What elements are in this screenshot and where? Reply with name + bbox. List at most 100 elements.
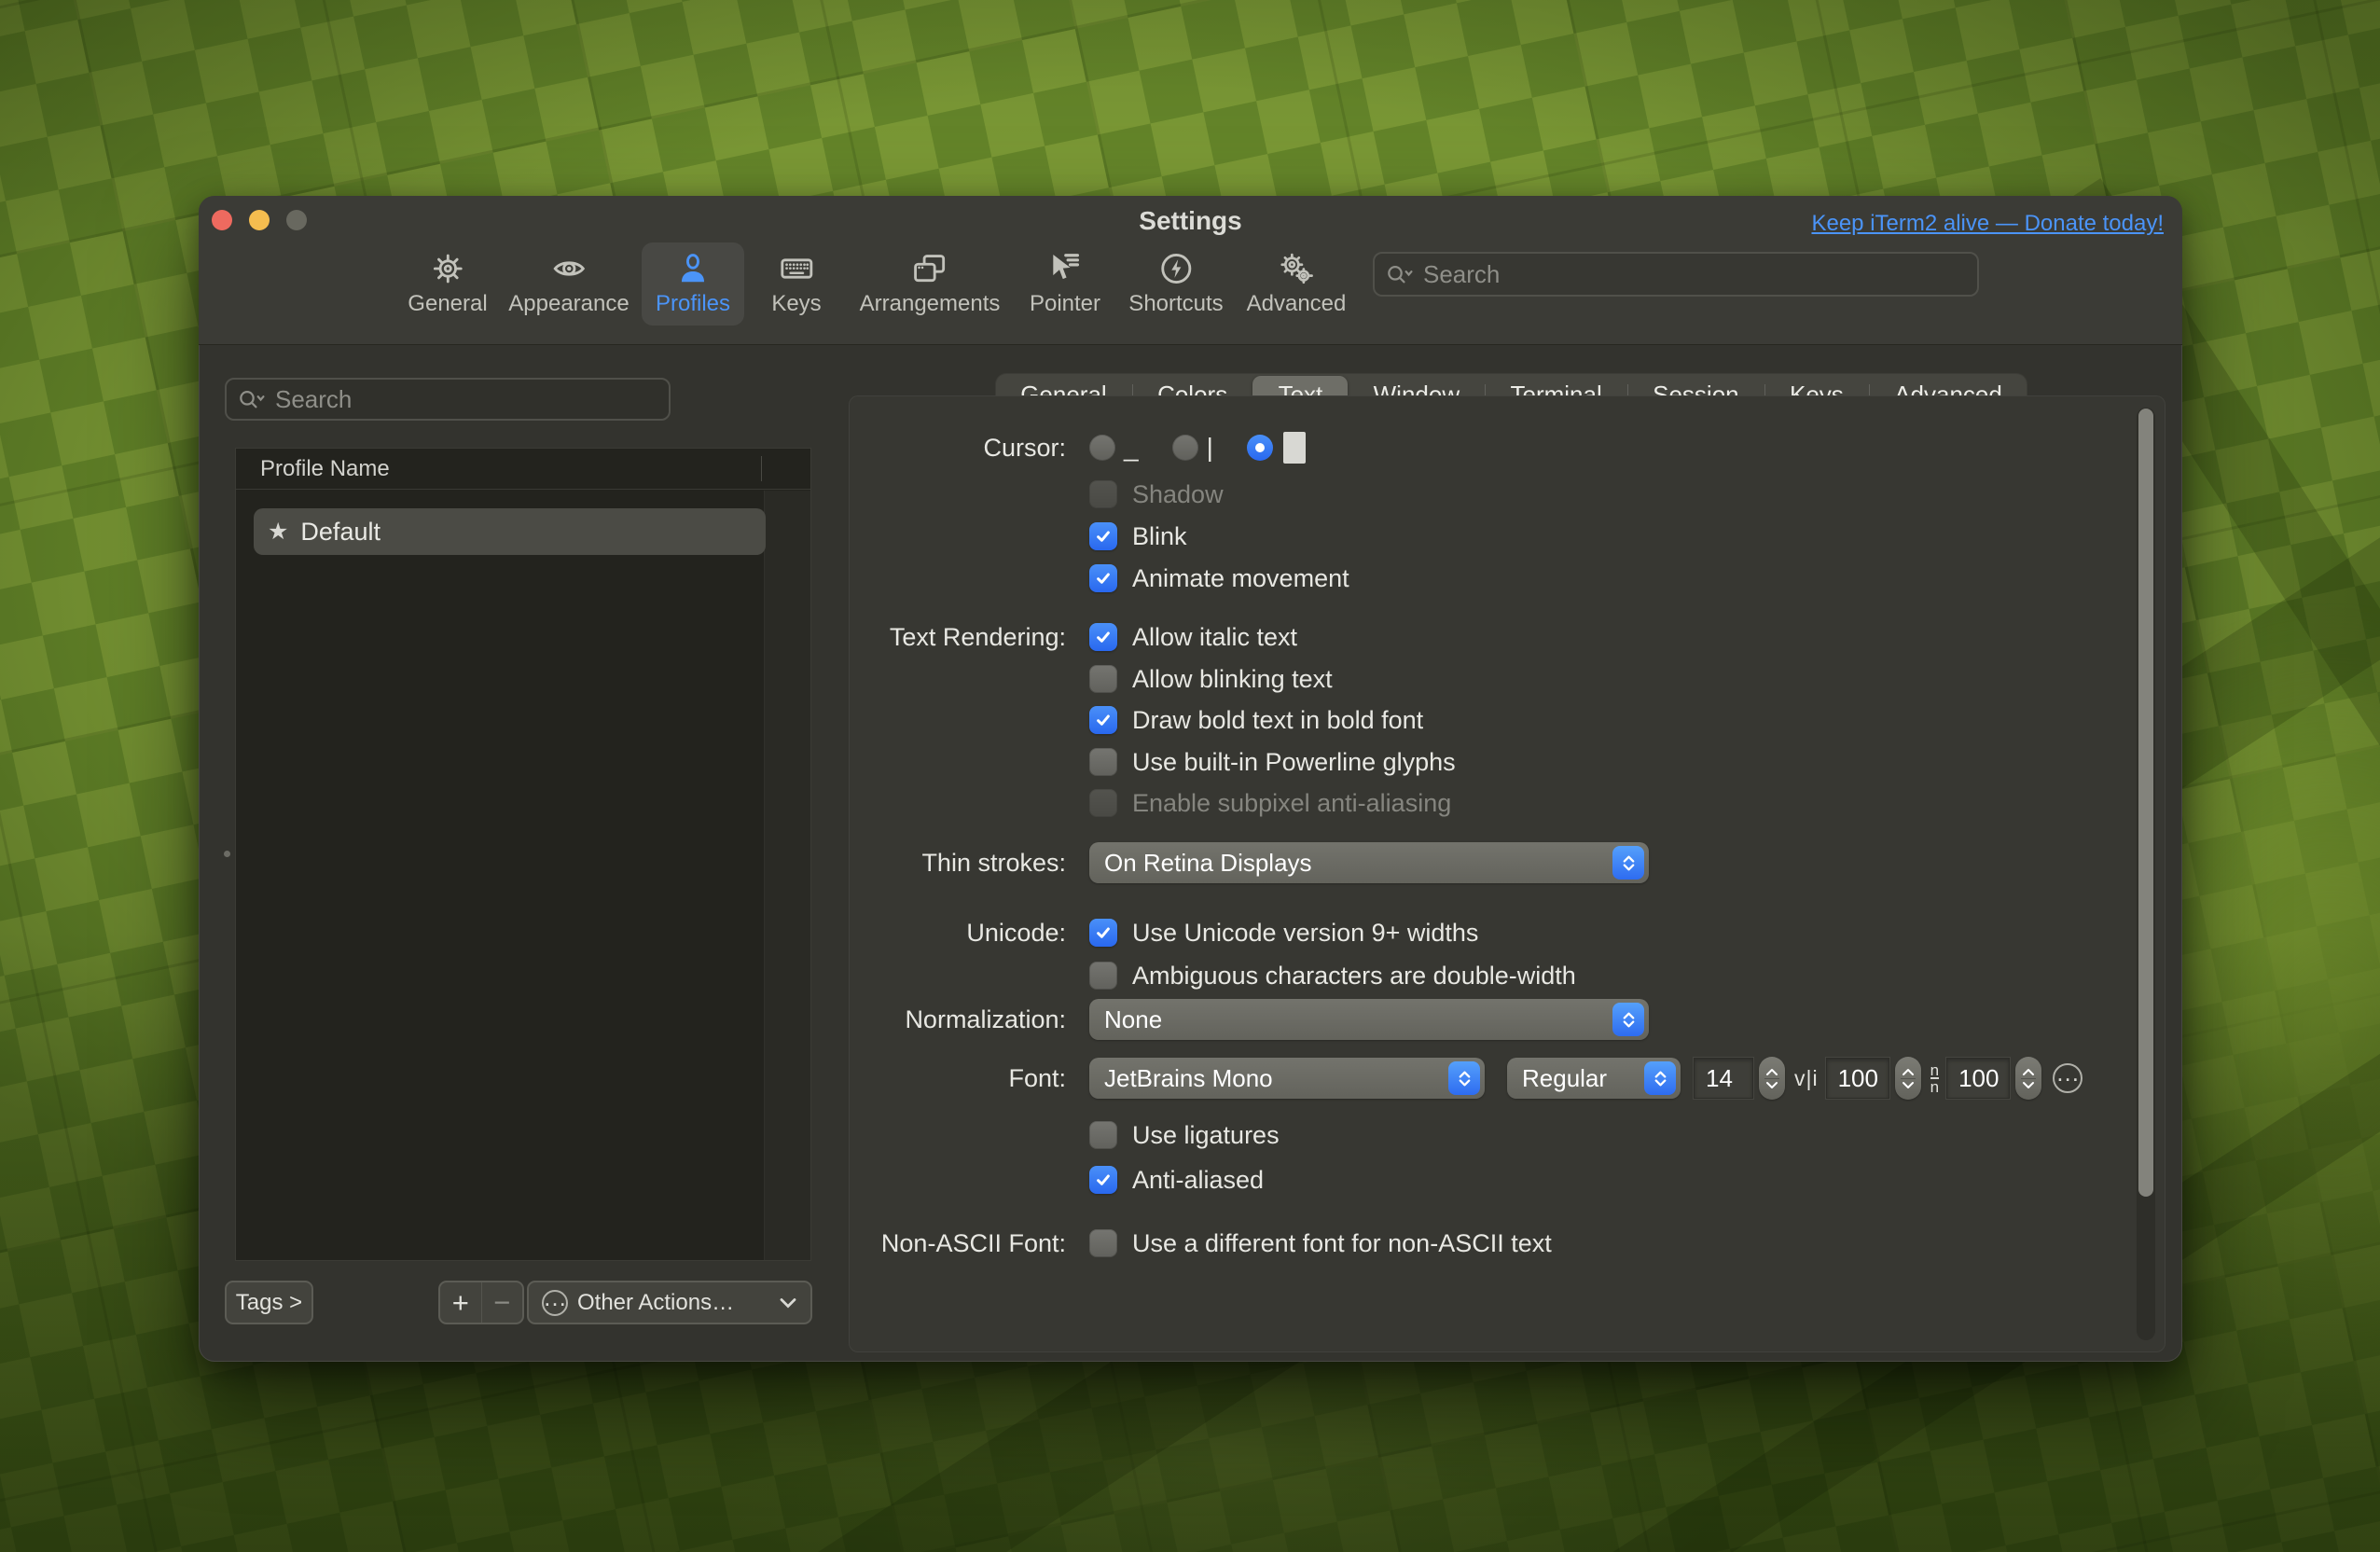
unicode9-label: Use Unicode version 9+ widths — [1132, 919, 1478, 948]
settings-window: Settings Keep iTerm2 alive — Donate toda… — [199, 196, 2182, 1362]
toolbar-item-shortcuts[interactable]: Shortcuts — [1114, 242, 1237, 326]
shadow-checkbox — [1089, 480, 1117, 508]
normalization-dropdown[interactable]: None — [1089, 999, 1649, 1040]
normalization-value: None — [1104, 1005, 1599, 1034]
toolbar-label: Appearance — [508, 291, 629, 317]
cursor-icon — [1047, 251, 1083, 286]
font-row: Font: JetBrains Mono Regular 14 v|i 100 — [849, 1058, 2117, 1099]
dropdown-stepper-icon — [1448, 1061, 1480, 1095]
allow-blinking-label: Allow blinking text — [1132, 665, 1333, 694]
subpixel-antialiasing-checkbox — [1089, 789, 1117, 817]
checkmark-icon — [1095, 1171, 1112, 1188]
underline-cursor-glyph: _ — [1124, 433, 1139, 463]
unicode-label: Unicode: — [849, 919, 1066, 948]
font-style-dropdown[interactable]: Regular — [1507, 1058, 1681, 1099]
add-profile-button[interactable]: + — [440, 1282, 481, 1323]
add-remove-profile-group: + − — [438, 1281, 524, 1324]
profile-list-scroll-gutter — [764, 491, 810, 1260]
toolbar-item-pointer[interactable]: Pointer — [1016, 242, 1114, 326]
normalization-label: Normalization: — [849, 1005, 1066, 1034]
shadow-row: Shadow — [849, 474, 2117, 515]
ambiguous-width-checkbox[interactable] — [1089, 962, 1117, 990]
checkmark-icon — [1095, 570, 1112, 587]
gear-icon — [430, 251, 465, 286]
cursor-label: Cursor: — [849, 434, 1066, 463]
toolbar-search-input[interactable]: Search — [1373, 252, 1979, 297]
use-ligatures-checkbox[interactable] — [1089, 1121, 1117, 1149]
text-settings-panel: Cursor: _ | Shadow — [849, 395, 2166, 1352]
unicode9-checkbox[interactable] — [1089, 919, 1117, 947]
search-placeholder: Search — [1423, 260, 1500, 289]
checkmark-icon — [1095, 528, 1112, 545]
search-icon — [1386, 263, 1414, 286]
animate-movement-checkbox[interactable] — [1089, 564, 1117, 592]
non-ascii-font-checkbox[interactable] — [1089, 1229, 1117, 1257]
font-size-stepper[interactable] — [1759, 1057, 1785, 1100]
horizontal-spacing-icon: v|i — [1794, 1066, 1819, 1091]
profile-list: Profile Name ★ Default — [235, 448, 811, 1261]
toolbar-item-general[interactable]: General — [394, 242, 501, 326]
shadow-label: Shadow — [1132, 480, 1224, 509]
vertical-spacing-stepper[interactable] — [2015, 1057, 2041, 1100]
toolbar-item-keys[interactable]: Keys — [757, 242, 835, 326]
ambiguous-width-label: Ambiguous characters are double-width — [1132, 962, 1576, 991]
horizontal-spacing-field[interactable]: 100 — [1826, 1058, 1889, 1099]
font-family-value: JetBrains Mono — [1104, 1064, 1435, 1093]
keyboard-icon — [779, 251, 814, 286]
font-size-field[interactable]: 14 — [1694, 1058, 1753, 1099]
thin-strokes-label: Thin strokes: — [849, 849, 1066, 878]
powerline-glyphs-checkbox[interactable] — [1089, 748, 1117, 776]
blink-row: Blink — [849, 516, 2117, 557]
anti-aliased-row: Anti-aliased — [849, 1159, 2117, 1200]
toolbar-label: Profiles — [656, 291, 730, 317]
draw-bold-checkbox[interactable] — [1089, 706, 1117, 734]
lightning-circle-icon — [1158, 251, 1194, 286]
vertical-spacing-field[interactable]: 100 — [1946, 1058, 2010, 1099]
panel-scrollbar-track[interactable] — [2137, 408, 2155, 1340]
remove-profile-button[interactable]: − — [481, 1282, 523, 1323]
cursor-vertical-bar-radio[interactable] — [1172, 435, 1198, 461]
person-icon — [675, 251, 711, 286]
animate-movement-row: Animate movement — [849, 558, 2117, 599]
font-family-dropdown[interactable]: JetBrains Mono — [1089, 1058, 1485, 1099]
dropdown-stepper-icon — [1644, 1061, 1676, 1095]
thin-strokes-dropdown[interactable]: On Retina Displays — [1089, 842, 1649, 883]
other-actions-dropdown[interactable]: … Other Actions… — [527, 1281, 812, 1324]
chevron-down-icon — [779, 1296, 797, 1310]
anti-aliased-checkbox[interactable] — [1089, 1166, 1117, 1194]
dropdown-stepper-icon — [1612, 1003, 1644, 1036]
blink-label: Blink — [1132, 522, 1187, 551]
blink-checkbox[interactable] — [1089, 522, 1117, 550]
cursor-row: Cursor: _ | — [849, 427, 2117, 468]
panel-scrollbar-thumb[interactable] — [2138, 409, 2153, 1197]
stepper-down-icon — [1902, 1081, 1915, 1089]
box-cursor-glyph — [1283, 432, 1306, 464]
toolbar-item-profiles[interactable]: Profiles — [642, 242, 744, 326]
tags-button[interactable]: Tags > — [225, 1281, 313, 1324]
allow-blinking-checkbox[interactable] — [1089, 665, 1117, 693]
non-ascii-font-label: Non-ASCII Font: — [849, 1229, 1066, 1258]
stepper-down-icon — [2022, 1081, 2035, 1089]
toolbar-label: General — [408, 291, 487, 317]
horizontal-spacing-stepper[interactable] — [1895, 1057, 1921, 1100]
profile-search-input[interactable]: Search — [225, 378, 671, 421]
stepper-up-icon — [2022, 1068, 2035, 1076]
font-label: Font: — [849, 1064, 1066, 1093]
toolbar-item-appearance[interactable]: Appearance — [494, 242, 643, 326]
donate-link[interactable]: Keep iTerm2 alive — Donate today! — [1811, 211, 2164, 237]
tags-button-label: Tags > — [236, 1290, 302, 1316]
more-font-options-button[interactable]: … — [2053, 1063, 2082, 1093]
cursor-underline-radio[interactable] — [1089, 435, 1115, 461]
allow-italic-checkbox[interactable] — [1089, 623, 1117, 651]
profile-list-header[interactable]: Profile Name — [236, 449, 810, 490]
toolbar-item-arrangements[interactable]: Arrangements — [846, 242, 1015, 326]
text-rendering-label: Text Rendering: — [849, 623, 1066, 652]
stepper-up-icon — [1765, 1068, 1778, 1076]
splitter-handle[interactable] — [224, 851, 230, 857]
stepper-up-icon — [1902, 1068, 1915, 1076]
toolbar-item-advanced[interactable]: Advanced — [1233, 242, 1361, 326]
gears-icon — [1279, 251, 1314, 286]
profile-row-default[interactable]: ★ Default — [254, 508, 766, 555]
cursor-box-radio[interactable] — [1247, 435, 1273, 461]
unicode9-row: Unicode: Use Unicode version 9+ widths — [849, 912, 2117, 953]
